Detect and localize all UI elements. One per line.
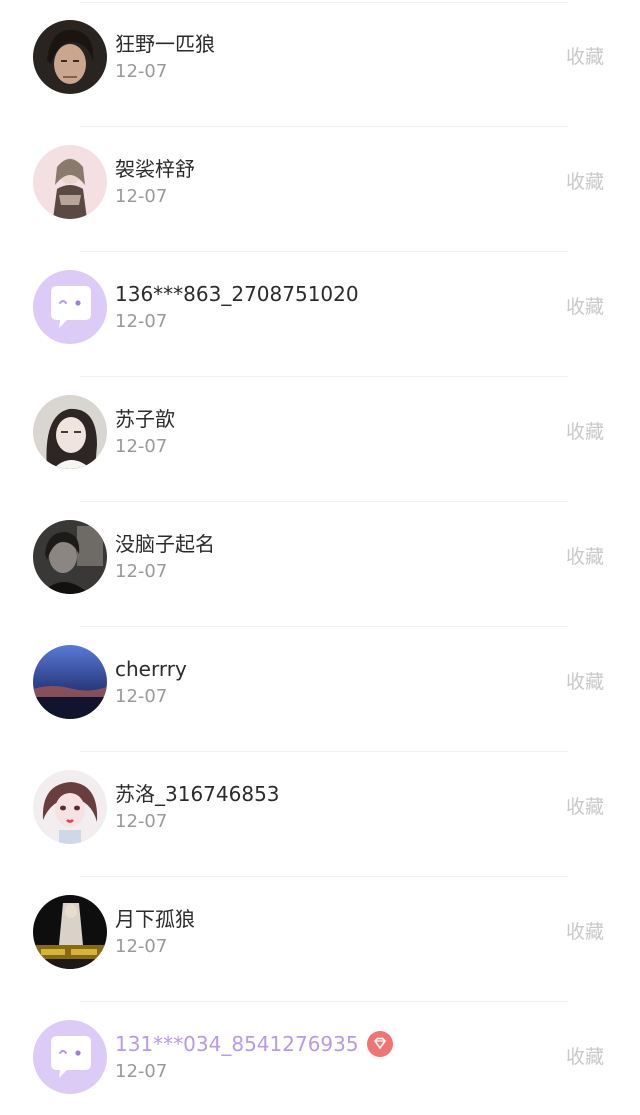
date: 12-07 bbox=[115, 436, 168, 457]
avatar[interactable] bbox=[33, 520, 107, 594]
collect-button[interactable]: 收藏 bbox=[566, 794, 604, 820]
avatar[interactable] bbox=[33, 20, 107, 94]
favorites-list: 狂野一匹狼 12-07 收藏 袈裟梓舒 12-07 收藏 136***863_2… bbox=[0, 0, 640, 1115]
list-item[interactable]: 狂野一匹狼 12-07 收藏 bbox=[0, 2, 640, 127]
date: 12-07 bbox=[115, 61, 168, 82]
user-name: 袈裟梓舒 bbox=[115, 157, 195, 181]
avatar[interactable] bbox=[33, 395, 107, 469]
user-name: cherrry bbox=[115, 657, 187, 681]
date: 12-07 bbox=[115, 186, 168, 207]
user-name: 没脑子起名 bbox=[115, 532, 215, 556]
collect-button[interactable]: 收藏 bbox=[566, 919, 604, 945]
user-name: 136***863_2708751020 bbox=[115, 282, 359, 306]
avatar[interactable] bbox=[33, 145, 107, 219]
date: 12-07 bbox=[115, 936, 168, 957]
collect-button[interactable]: 收藏 bbox=[566, 419, 604, 445]
collect-button[interactable]: 收藏 bbox=[566, 44, 604, 70]
list-item[interactable]: 月下孤狼 12-07 收藏 bbox=[0, 877, 640, 1002]
diamond-icon bbox=[366, 1030, 393, 1057]
list-item[interactable]: 131***034_8541276935 12-07 收藏 bbox=[0, 1002, 640, 1115]
default-avatar[interactable] bbox=[33, 270, 107, 344]
list-item[interactable]: 苏子歆 12-07 收藏 bbox=[0, 377, 640, 502]
list-item[interactable]: 136***863_2708751020 12-07 收藏 bbox=[0, 252, 640, 377]
user-name: 狂野一匹狼 bbox=[115, 32, 215, 56]
default-avatar[interactable] bbox=[33, 1020, 107, 1094]
collect-button[interactable]: 收藏 bbox=[566, 169, 604, 195]
collect-button[interactable]: 收藏 bbox=[566, 1044, 604, 1070]
user-name: 苏子歆 bbox=[115, 407, 175, 431]
date: 12-07 bbox=[115, 1061, 168, 1082]
user-name: 月下孤狼 bbox=[115, 907, 195, 931]
user-name-text: 131***034_8541276935 bbox=[115, 1032, 359, 1056]
list-item[interactable]: 苏洛_316746853 12-07 收藏 bbox=[0, 752, 640, 877]
date: 12-07 bbox=[115, 561, 168, 582]
collect-button[interactable]: 收藏 bbox=[566, 294, 604, 320]
collect-button[interactable]: 收藏 bbox=[566, 669, 604, 695]
list-item[interactable]: 袈裟梓舒 12-07 收藏 bbox=[0, 127, 640, 252]
collect-button[interactable]: 收藏 bbox=[566, 544, 604, 570]
list-item[interactable]: 没脑子起名 12-07 收藏 bbox=[0, 502, 640, 627]
avatar[interactable] bbox=[33, 770, 107, 844]
user-name: 131***034_8541276935 bbox=[115, 1030, 393, 1059]
date: 12-07 bbox=[115, 311, 168, 332]
avatar[interactable] bbox=[33, 645, 107, 719]
avatar[interactable] bbox=[33, 895, 107, 969]
date: 12-07 bbox=[115, 686, 168, 707]
list-item[interactable]: cherrry 12-07 收藏 bbox=[0, 627, 640, 752]
user-name: 苏洛_316746853 bbox=[115, 782, 280, 806]
date: 12-07 bbox=[115, 811, 168, 832]
